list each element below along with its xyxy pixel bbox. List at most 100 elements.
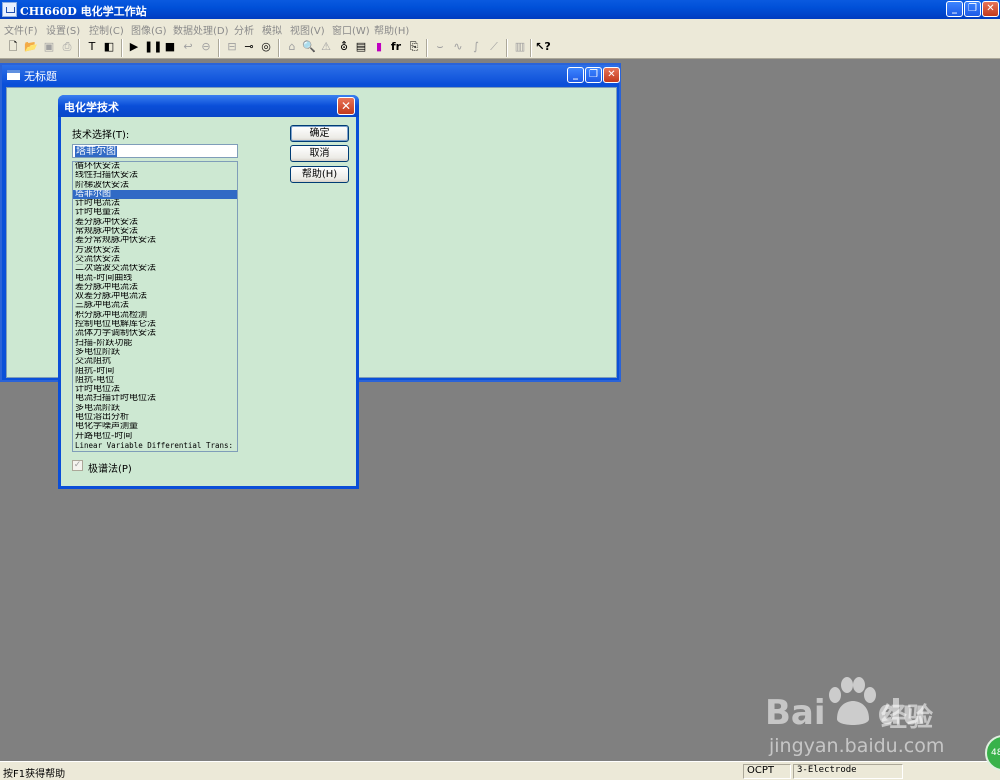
technique-list-item[interactable]: 计时电流法 <box>73 199 237 208</box>
technique-list-item[interactable]: 三脉冲电流法 <box>73 301 237 310</box>
dialog-body: 技术选择(T): 塔菲尔图 循环伏安法 线性扫描伏安法 阶梯波伏安法 塔菲尔图 计时电流… <box>61 117 356 486</box>
menu-graphics[interactable]: 图像(G) <box>131 22 167 37</box>
polarography-checkbox[interactable]: ✓ <box>72 460 83 471</box>
smooth-icon[interactable]: ⌣ <box>432 39 448 55</box>
technique-list-item[interactable]: 方波伏安法 <box>73 246 237 255</box>
panel-icon[interactable]: ◧ <box>101 39 117 55</box>
technique-list-item[interactable]: 循环伏安法 <box>73 162 237 171</box>
child-close-button[interactable]: ✕ <box>603 67 620 83</box>
technique-list-item[interactable]: 开路电位-时间 <box>73 432 237 441</box>
technique-list-item[interactable]: 计时电量法 <box>73 208 237 217</box>
menu-view[interactable]: 视图(V) <box>290 22 325 37</box>
dialog-title: 电化学技术 <box>64 101 119 114</box>
font-icon[interactable]: fr <box>388 39 404 55</box>
filter-icon[interactable]: ⊖ <box>198 39 214 55</box>
technique-list-item[interactable]: 交流阻抗 <box>73 357 237 366</box>
help-button[interactable]: 帮助(H) <box>290 166 349 183</box>
color-icon[interactable]: ▮ <box>371 39 387 55</box>
copy-icon[interactable]: ⎘ <box>406 39 422 55</box>
technique-list-item[interactable]: 计时电位法 <box>73 385 237 394</box>
close-button[interactable]: ✕ <box>982 1 999 17</box>
technique-list-item[interactable]: 差分脉冲伏安法 <box>73 218 237 227</box>
technique-list-item[interactable]: Linear Variable Differential Trans: <box>73 441 237 450</box>
technique-list-item[interactable]: 二次谐波交流伏安法 <box>73 264 237 273</box>
baseline-icon[interactable]: ⟋ <box>486 39 502 55</box>
technique-list-item[interactable]: 扫描-阶跃功能 <box>73 339 237 348</box>
technique-list-item[interactable]: 阻抗-时间 <box>73 367 237 376</box>
peak-icon[interactable]: ⚠ <box>318 39 334 55</box>
derivative-icon[interactable]: ∿ <box>450 39 466 55</box>
menu-bar: 文件(F) 设置(S) 控制(C) 图像(G) 数据处理(D) 分析 模拟 视图… <box>0 19 1000 37</box>
integrate-icon[interactable]: ∫ <box>468 39 484 55</box>
baidu-watermark: Bai du 经验 jingyan.baidu.com <box>765 675 985 760</box>
save-icon[interactable]: ▣ <box>41 39 57 55</box>
dialog-title-bar: 电化学技术 ✕ <box>58 95 359 117</box>
report-icon[interactable]: ▥ <box>512 39 528 55</box>
help-pointer-icon[interactable]: ↖? <box>535 39 551 55</box>
reverse-icon[interactable]: ↩ <box>180 39 196 55</box>
technique-list-item[interactable]: 双差分脉冲电流法 <box>73 292 237 301</box>
technique-list[interactable]: 循环伏安法 线性扫描伏安法 阶梯波伏安法 塔菲尔图 计时电流法 计时电量法 差分脉冲伏安法常… <box>72 161 238 452</box>
technique-list-item[interactable]: 控制电位电解库仑法 <box>73 320 237 329</box>
app-title-bar: CHI660D 电化学工作站 _ ❐ ✕ <box>0 0 1000 19</box>
pause-icon[interactable]: ❚❚ <box>144 39 162 55</box>
menu-settings[interactable]: 设置(S) <box>46 22 80 37</box>
child-minimize-button[interactable]: _ <box>567 67 584 83</box>
menu-file[interactable]: 文件(F) <box>4 22 38 37</box>
technique-list-item[interactable]: 多电流阶跃 <box>73 404 237 413</box>
watermark-url: jingyan.baidu.com <box>769 735 945 757</box>
dialog-close-button[interactable]: ✕ <box>337 97 355 115</box>
app-icon <box>2 2 17 17</box>
document-title: 无标题 <box>24 70 57 83</box>
graph-icon[interactable]: ⌂ <box>284 39 300 55</box>
open-folder-icon[interactable]: 📂 <box>23 39 39 55</box>
child-maximize-button[interactable]: ❐ <box>585 67 602 83</box>
restore-button[interactable]: ❐ <box>964 1 981 17</box>
cancel-button[interactable]: 取消 <box>290 145 349 162</box>
technique-selected-field[interactable]: 塔菲尔图 <box>72 144 238 158</box>
menu-control[interactable]: 控制(C) <box>89 22 124 37</box>
menu-analysis[interactable]: 分析 <box>234 22 254 37</box>
technique-list-item[interactable]: 线性扫描伏安法 <box>73 171 237 180</box>
technique-list-item[interactable]: 阶梯波伏安法 <box>73 181 237 190</box>
print-icon[interactable]: ⎙ <box>59 39 75 55</box>
menu-window[interactable]: 窗口(W) <box>332 22 370 37</box>
menu-data-processing[interactable]: 数据处理(D) <box>173 22 229 37</box>
rotate-icon[interactable]: ◎ <box>258 39 274 55</box>
technique-list-item[interactable]: 电化学噪声测量 <box>73 422 237 431</box>
technique-list-item[interactable]: 交流伏安法 <box>73 255 237 264</box>
technique-list-item[interactable]: 流体力学调制伏安法 <box>73 329 237 338</box>
cell-icon[interactable]: ⊟ <box>224 39 240 55</box>
new-file-icon[interactable]: 🗋 <box>5 39 21 55</box>
document-title-bar: 无标题 _ ❐ ✕ <box>2 65 620 85</box>
technique-list-item[interactable]: 差分脉冲电流法 <box>73 283 237 292</box>
stop-icon[interactable]: ■ <box>162 39 178 55</box>
status-ocpt: OCPT <box>747 765 774 776</box>
technique-dialog: 电化学技术 ✕ 技术选择(T): 塔菲尔图 循环伏安法 线性扫描伏安法 阶梯波伏安法… <box>58 95 359 489</box>
peak-search-icon[interactable]: ⛢ <box>336 39 352 55</box>
technique-list-item[interactable]: 多电位阶跃 <box>73 348 237 357</box>
menu-simulation[interactable]: 模拟 <box>262 22 282 37</box>
technique-list-item[interactable]: 阻抗-电位 <box>73 376 237 385</box>
status-electrode: 3-Electrode <box>797 765 857 775</box>
text-tool-icon[interactable]: T <box>84 39 100 55</box>
run-icon[interactable]: ▶ <box>126 39 142 55</box>
polarography-label: 极谱法(P) <box>88 464 132 475</box>
device-icon[interactable]: ⊸ <box>241 39 257 55</box>
technique-list-item[interactable]: 差分常规脉冲伏安法 <box>73 236 237 245</box>
data-list-icon[interactable]: ▤ <box>353 39 369 55</box>
technique-list-item[interactable]: 塔菲尔图 <box>73 189 237 200</box>
technique-list-item[interactable]: 电流-时间曲线 <box>73 274 237 283</box>
technique-list-item[interactable]: 电位溶出分析 <box>73 413 237 422</box>
technique-list-item[interactable]: 电流扫描计时电位法 <box>73 394 237 403</box>
menu-help[interactable]: 帮助(H) <box>374 22 409 37</box>
status-bar: 按F1获得帮助 OCPT 3-Electrode <box>0 761 1000 780</box>
watermark-sub: 经验 <box>881 703 934 733</box>
ok-button[interactable]: 确定 <box>290 125 349 142</box>
document-icon <box>7 70 20 80</box>
toolbar: 🗋 📂 ▣ ⎙ T ◧ ▶ ❚❚ ■ ↩ ⊖ ⊟ ⊸ ◎ ⌂ 🔍 ⚠ ⛢ ▤ ▮… <box>0 37 1000 59</box>
minimize-button[interactable]: _ <box>946 1 963 17</box>
technique-list-item[interactable]: 常规脉冲伏安法 <box>73 227 237 236</box>
zoom-icon[interactable]: 🔍 <box>301 39 317 55</box>
technique-list-item[interactable]: 积分脉冲电流检测 <box>73 311 237 320</box>
